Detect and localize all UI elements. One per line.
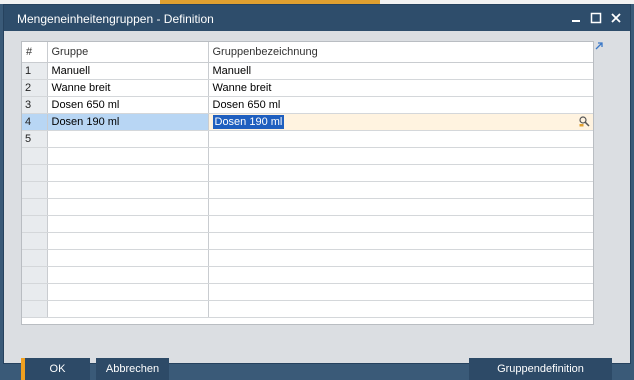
table-row[interactable]: 3 Dosen 650 ml Dosen 650 ml [22, 96, 593, 114]
definition-table: # Gruppe Gruppenbezeichnung 1 Manuell Ma… [22, 42, 593, 318]
expand-arrow-icon[interactable] [594, 41, 604, 51]
dialog-body: # Gruppe Gruppenbezeichnung 1 Manuell Ma… [4, 31, 630, 380]
empty-row [22, 164, 593, 182]
column-header-gruppe[interactable]: Gruppe [47, 42, 209, 63]
bezeichnung-cell[interactable]: Manuell [208, 62, 593, 80]
bezeichnung-edit-cell[interactable]: Dosen 190 ml [208, 113, 593, 131]
empty-row [22, 249, 593, 267]
title-bar[interactable]: Mengeneinheitengruppen - Definition [4, 5, 630, 31]
empty-row [22, 283, 593, 301]
close-icon[interactable] [607, 9, 625, 27]
bezeichnung-cell[interactable]: Dosen 650 ml [208, 96, 593, 114]
maximize-icon[interactable] [587, 9, 605, 27]
lookup-icon[interactable] [578, 116, 590, 127]
group-definition-button[interactable]: Gruppendefinition [469, 358, 612, 380]
table-row-active[interactable]: 4 Dosen 190 ml Dosen 190 ml [22, 113, 593, 131]
column-header-number[interactable]: # [22, 42, 48, 63]
minimize-icon[interactable] [567, 9, 585, 27]
empty-row [22, 147, 593, 165]
gruppe-cell[interactable]: Dosen 650 ml [47, 96, 209, 114]
empty-row [22, 266, 593, 284]
table-row[interactable]: 2 Wanne breit Wanne breit [22, 79, 593, 97]
gruppe-cell[interactable]: Dosen 190 ml [47, 113, 209, 131]
bezeichnung-cell[interactable] [208, 130, 593, 148]
row-number[interactable]: 1 [22, 62, 48, 80]
table-row[interactable]: 1 Manuell Manuell [22, 62, 593, 80]
empty-row [22, 300, 593, 318]
window-title: Mengeneinheitengruppen - Definition [17, 12, 214, 26]
definition-grid: # Gruppe Gruppenbezeichnung 1 Manuell Ma… [21, 41, 594, 325]
empty-row [22, 232, 593, 250]
gruppe-cell[interactable] [47, 130, 209, 148]
empty-row [22, 215, 593, 233]
cancel-button[interactable]: Abbrechen [96, 358, 169, 380]
table-row[interactable]: 5 [22, 130, 593, 148]
row-number[interactable]: 5 [22, 130, 48, 148]
row-number[interactable]: 4 [22, 113, 48, 131]
bezeichnung-cell[interactable]: Wanne breit [208, 79, 593, 97]
bezeichnung-input[interactable]: Dosen 190 ml [212, 115, 285, 129]
dialog-window: Mengeneinheitengruppen - Definition # Gr… [3, 4, 631, 380]
empty-row [22, 181, 593, 199]
gruppe-cell[interactable]: Wanne breit [47, 79, 209, 97]
gruppe-cell[interactable]: Manuell [47, 62, 209, 80]
column-header-gruppenbezeichnung[interactable]: Gruppenbezeichnung [208, 42, 593, 63]
row-number[interactable]: 3 [22, 96, 48, 114]
table-header-row: # Gruppe Gruppenbezeichnung [22, 42, 593, 63]
ok-button[interactable]: OK [21, 358, 90, 380]
row-number[interactable]: 2 [22, 79, 48, 97]
empty-row [22, 198, 593, 216]
